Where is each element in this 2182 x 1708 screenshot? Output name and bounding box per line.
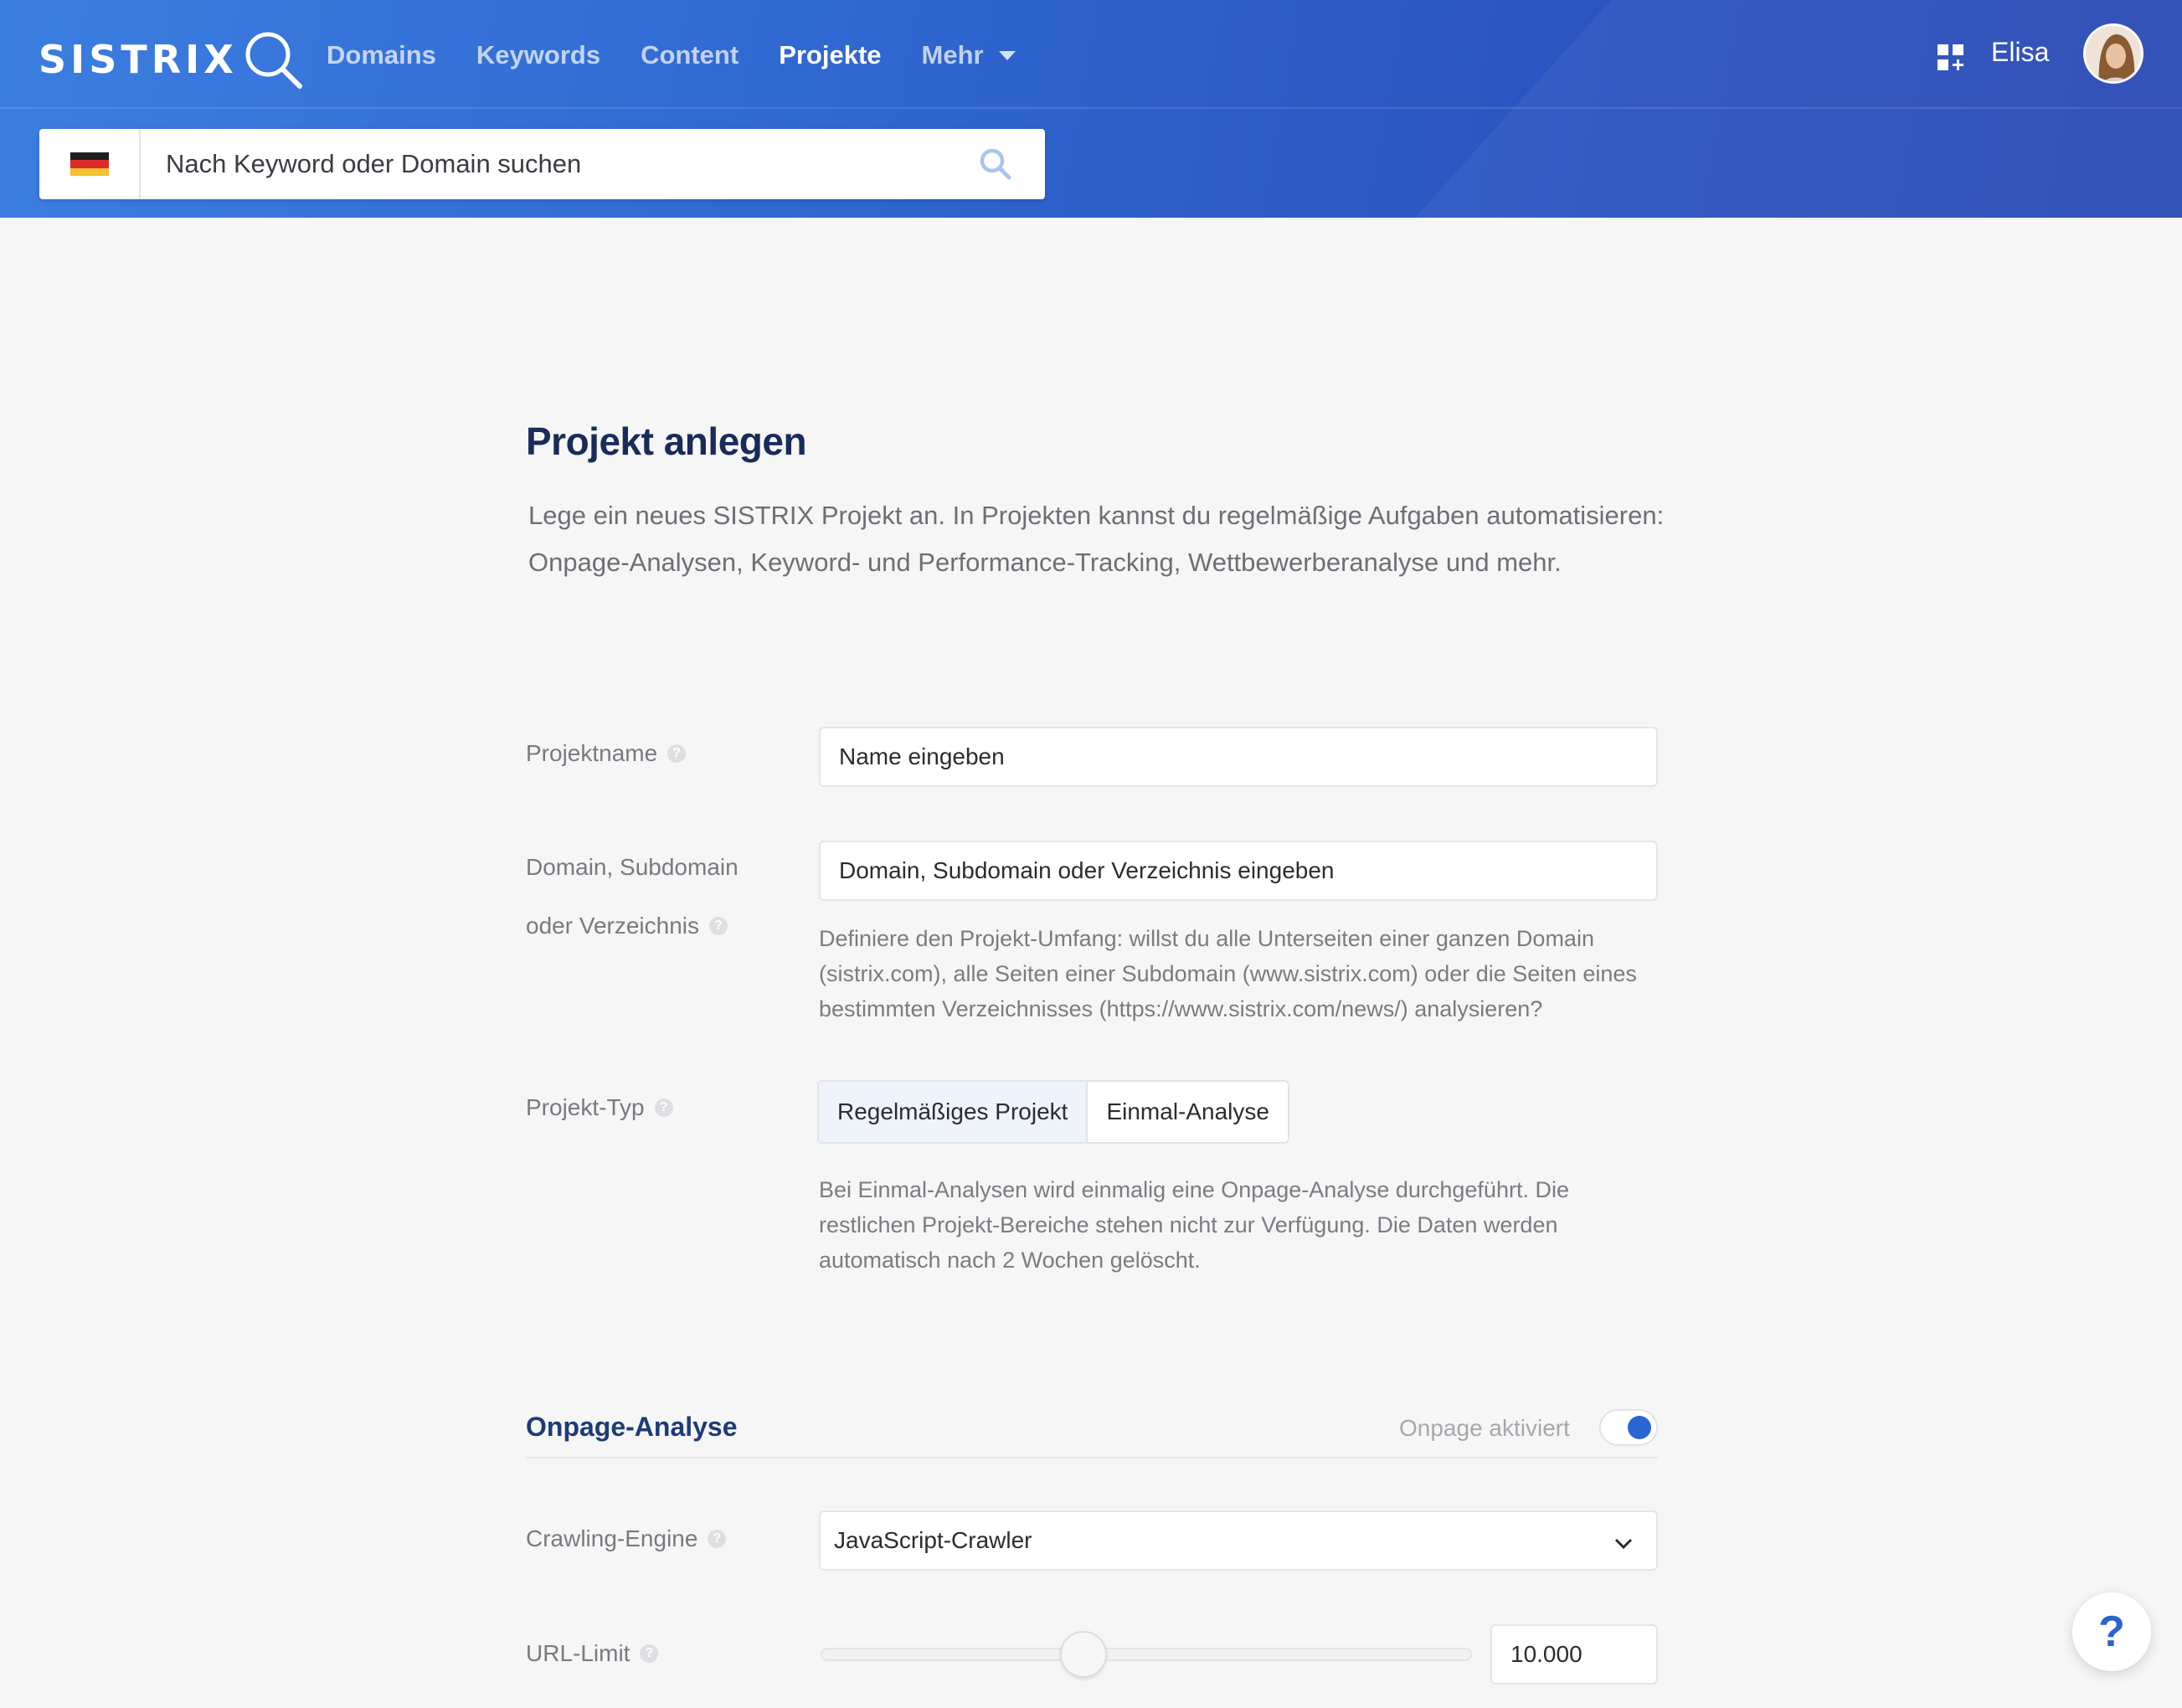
nav-domains[interactable]: Domains <box>327 40 436 70</box>
onpage-section-title: Onpage-Analyse <box>526 1412 738 1442</box>
project-name-input[interactable]: Name eingeben <box>819 727 1658 787</box>
search-input[interactable]: Nach Keyword oder Domain suchen <box>141 149 978 179</box>
help-icon[interactable]: ? <box>709 917 728 935</box>
nav-mehr[interactable]: Mehr <box>922 40 1016 70</box>
toggle-knob <box>1628 1416 1651 1439</box>
help-icon[interactable]: ? <box>640 1644 659 1663</box>
search-icon[interactable] <box>978 147 1013 182</box>
project-type-label: Projekt-Typ ? <box>526 1094 673 1121</box>
nav-projekte[interactable]: Projekte <box>779 40 881 70</box>
crawling-engine-select[interactable]: JavaScript-Crawler <box>819 1510 1658 1571</box>
top-header: SISTRIX Domains Keywords Content Projekt… <box>0 0 2182 218</box>
help-icon[interactable]: ? <box>667 744 687 763</box>
domain-label-line2: oder Verzeichnis ? <box>526 913 728 939</box>
domain-input[interactable]: Domain, Subdomain oder Verzeichnis einge… <box>819 841 1658 901</box>
caret-down-icon <box>998 50 1016 60</box>
de-flag-icon <box>69 152 109 176</box>
url-limit-input[interactable]: 10.000 <box>1490 1624 1658 1685</box>
user-name[interactable]: Elisa <box>1991 37 2049 68</box>
main-nav: Domains Keywords Content Projekte Mehr <box>327 33 1056 77</box>
option-regelmaessiges-projekt[interactable]: Regelmäßiges Projekt <box>819 1082 1088 1142</box>
sistrix-logo[interactable]: SISTRIX <box>39 30 305 89</box>
project-type-hint: Bei Einmal-Analysen wird einmalig eine O… <box>819 1177 1569 1273</box>
section-divider <box>526 1457 1658 1458</box>
domain-label-line1: Domain, Subdomain <box>526 854 738 880</box>
onpage-toggle-label: Onpage aktiviert <box>1399 1415 1570 1441</box>
search-bar[interactable]: Nach Keyword oder Domain suchen <box>39 129 1045 199</box>
help-icon[interactable]: ? <box>708 1530 727 1548</box>
apps-grid-icon[interactable] <box>1937 44 1965 72</box>
chevron-down-icon <box>1614 1538 1633 1550</box>
project-type-toggle: Regelmäßiges Projekt Einmal-Analyse <box>817 1080 1289 1144</box>
option-einmal-analyse[interactable]: Einmal-Analyse <box>1088 1082 1288 1142</box>
url-limit-slider-handle[interactable] <box>1060 1631 1107 1678</box>
magnifier-logo-icon <box>245 32 302 89</box>
onpage-toggle[interactable] <box>1599 1409 1658 1446</box>
crawling-engine-label: Crawling-Engine ? <box>526 1525 727 1552</box>
nav-content[interactable]: Content <box>641 40 738 70</box>
logo-text: SISTRIX <box>39 37 238 82</box>
domain-hint: Definiere den Projekt-Umfang: willst du … <box>819 926 1637 1021</box>
help-icon[interactable]: ? <box>654 1098 673 1117</box>
nav-keywords[interactable]: Keywords <box>476 40 600 70</box>
page-title: Projekt anlegen <box>526 419 807 463</box>
page-intro: Lege ein neues SISTRIX Projekt an. In Pr… <box>528 501 1665 577</box>
project-name-label: Projektname ? <box>526 740 687 767</box>
help-button[interactable]: ? <box>2072 1592 2151 1671</box>
country-selector[interactable] <box>39 129 141 199</box>
user-avatar[interactable] <box>2083 23 2143 84</box>
url-limit-label: URL-Limit ? <box>526 1640 659 1667</box>
avatar-portrait-icon <box>2086 26 2141 81</box>
url-limit-slider-track[interactable] <box>821 1648 1472 1661</box>
